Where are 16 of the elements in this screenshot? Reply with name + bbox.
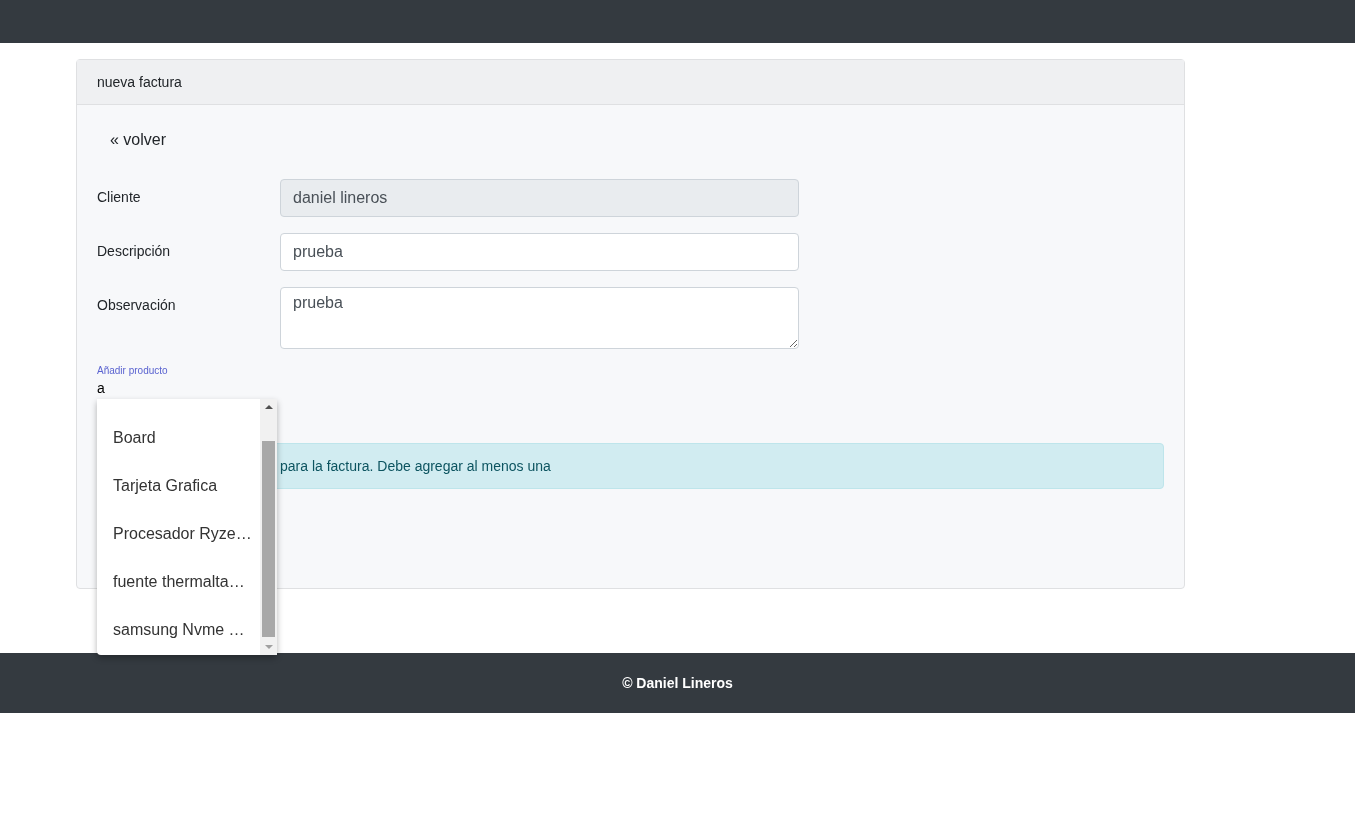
back-link[interactable]: « volver bbox=[110, 131, 167, 148]
field-label: Observación bbox=[97, 296, 177, 313]
field-label: Añadir producto bbox=[97, 365, 169, 376]
card-title: nueva factura bbox=[97, 74, 182, 90]
dropdown-option[interactable]: Board bbox=[97, 414, 260, 462]
dropdown-option[interactable]: fuente thermalta… bbox=[97, 558, 260, 606]
dropdown-option[interactable]: Procesador Ryze… bbox=[97, 510, 260, 558]
dropdown-option[interactable]: Tarjeta Grafica bbox=[97, 462, 260, 510]
field-label: Descripción bbox=[97, 242, 172, 259]
text-input[interactable]: prueba bbox=[280, 233, 799, 271]
alert-text: para la factura. Debe agregar al menos una bbox=[280, 458, 551, 474]
field-label: Cliente bbox=[97, 188, 142, 205]
copyright-text: © Daniel Lineros bbox=[622, 675, 733, 691]
scrollbar[interactable] bbox=[260, 399, 277, 655]
text-area[interactable]: prueba bbox=[280, 287, 799, 349]
dropdown-option[interactable]: samsung Nvme … bbox=[97, 606, 260, 654]
